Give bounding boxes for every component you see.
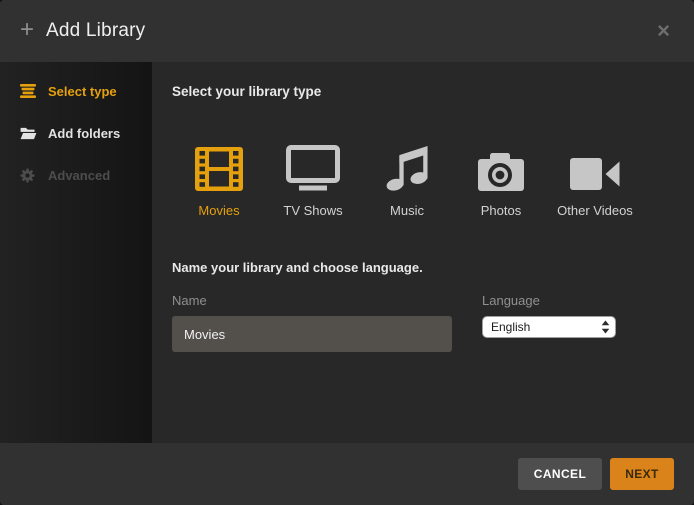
- sidebar-item-label: Advanced: [48, 168, 110, 183]
- sidebar-item-add-folders[interactable]: Add folders: [0, 112, 152, 154]
- dialog-title: Add Library: [46, 20, 145, 42]
- select-type-heading: Select your library type: [172, 84, 674, 99]
- library-type-label: TV Shows: [283, 203, 342, 218]
- library-type-music[interactable]: Music: [360, 143, 454, 218]
- library-type-list: Movies TV Shows: [172, 143, 674, 218]
- sidebar-item-select-type[interactable]: Select type: [0, 70, 152, 112]
- tv-icon: [286, 143, 340, 191]
- cancel-button[interactable]: CANCEL: [518, 458, 602, 490]
- dialog-footer: CANCEL NEXT: [0, 443, 694, 505]
- folder-icon: [20, 127, 42, 140]
- name-field-label: Name: [172, 293, 452, 308]
- gear-icon: [20, 168, 42, 183]
- sidebar-item-label: Add folders: [48, 126, 120, 141]
- language-select[interactable]: English: [482, 316, 616, 338]
- video-camera-icon: [570, 143, 620, 191]
- library-type-label: Music: [390, 203, 424, 218]
- music-note-icon: [386, 143, 428, 191]
- name-language-form: Name Language English: [172, 293, 674, 352]
- library-type-label: Photos: [481, 203, 521, 218]
- wizard-steps-sidebar: Select type Add folders: [0, 62, 152, 443]
- library-type-movies[interactable]: Movies: [172, 143, 266, 218]
- language-select-value: English: [491, 320, 601, 334]
- library-type-tv-shows[interactable]: TV Shows: [266, 143, 360, 218]
- camera-icon: [478, 143, 524, 191]
- library-type-photos[interactable]: Photos: [454, 143, 548, 218]
- main-panel: Select your library type: [152, 62, 694, 443]
- library-name-input[interactable]: [172, 316, 452, 352]
- add-library-dialog: + Add Library × Select type: [0, 0, 694, 505]
- library-type-label: Movies: [198, 203, 239, 218]
- close-icon[interactable]: ×: [653, 18, 674, 44]
- library-type-label: Other Videos: [557, 203, 633, 218]
- list-icon: [20, 84, 42, 98]
- name-field-group: Name: [172, 293, 452, 352]
- plus-icon: +: [20, 18, 34, 42]
- select-stepper-icon: [601, 320, 610, 334]
- sidebar-item-advanced[interactable]: Advanced: [0, 154, 152, 196]
- library-type-other-videos[interactable]: Other Videos: [548, 143, 642, 218]
- dialog-header: + Add Library ×: [0, 0, 694, 62]
- next-button[interactable]: NEXT: [610, 458, 674, 490]
- language-field-label: Language: [482, 293, 616, 308]
- name-language-heading: Name your library and choose language.: [172, 260, 674, 275]
- film-strip-icon: [195, 143, 243, 191]
- language-field-group: Language English: [482, 293, 616, 352]
- sidebar-item-label: Select type: [48, 84, 117, 99]
